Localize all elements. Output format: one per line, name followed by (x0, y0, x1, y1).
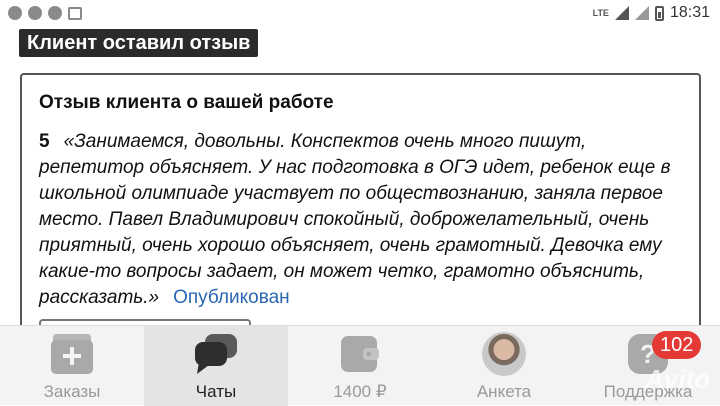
message-icon (28, 6, 42, 20)
publish-status: Опубликован (173, 287, 290, 308)
bottom-navigation: Заказы Чаты 1400 ₽ Анкета ? Поддержка (0, 325, 720, 406)
app-icon (48, 6, 62, 20)
rating-value: 5 (39, 131, 50, 152)
avito-watermark: Avito (645, 364, 710, 394)
chat-bubbles-icon (193, 332, 239, 381)
clock: 18:31 (669, 4, 710, 21)
review-quote: «Занимаемся, довольны. Конспектов очень … (39, 131, 671, 308)
profile-avatar (482, 332, 526, 376)
notification-title: Клиент оставил отзыв (19, 29, 259, 57)
network-type: LTE (592, 7, 609, 18)
orders-stack-icon (49, 332, 95, 381)
nav-label-profile: Анкета (476, 382, 532, 401)
signal-icon (614, 6, 629, 20)
status-indicators: LTE 18:31 (593, 4, 710, 22)
review-body: 5 «Занимаемся, довольны. Конспектов очень… (39, 129, 679, 311)
image-icon (68, 6, 82, 20)
signal-icon-2 (634, 6, 649, 20)
nav-wallet[interactable]: 1400 ₽ (288, 326, 432, 406)
nav-label-balance: 1400 ₽ (333, 382, 387, 401)
status-bar: LTE 18:31 (0, 0, 720, 28)
status-notifications (8, 6, 82, 20)
nav-profile[interactable]: Анкета (432, 326, 576, 406)
battery-icon (654, 5, 664, 21)
nav-chats[interactable]: Чаты (144, 326, 288, 406)
nav-label-chats: Чаты (195, 382, 237, 401)
review-card: Отзыв клиента о вашей работе 5 «Занимаемс… (20, 73, 701, 333)
nav-orders[interactable]: Заказы (0, 326, 144, 406)
card-heading: Отзыв клиента о вашей работе (39, 92, 334, 113)
notification-icon (8, 6, 22, 20)
nav-label-orders: Заказы (43, 382, 101, 401)
unread-badge: 102 (652, 331, 702, 359)
wallet-icon (337, 332, 383, 381)
